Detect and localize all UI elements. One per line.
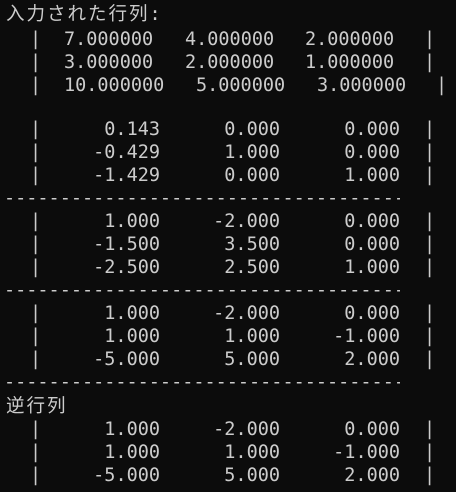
- matrix-cell: 3.000000: [64, 52, 154, 73]
- matrix-right-bar: |: [424, 442, 436, 463]
- matrix-cell: 1.000: [104, 303, 160, 324]
- matrix-right-bar: |: [424, 326, 436, 347]
- matrix-cell: 1.000: [224, 326, 280, 347]
- matrix-cell: 1.000: [104, 442, 160, 463]
- matrix-right-bar: |: [424, 211, 436, 232]
- matrix-cell: 0.000: [344, 234, 400, 255]
- matrix-cell: 1.000: [224, 442, 280, 463]
- matrix-cell: 1.000: [344, 257, 400, 278]
- matrix-cell: 5.000: [224, 465, 280, 486]
- matrix-cell: 2.000000: [185, 52, 275, 73]
- matrix-cell: 5.000000: [196, 75, 286, 96]
- matrix-right-bar: |: [424, 165, 436, 186]
- input-matrix-title: 入力された行列:: [6, 4, 163, 25]
- separator-line: ----------------------------------------…: [4, 372, 400, 393]
- matrix-right-bar: |: [424, 419, 436, 440]
- matrix-left-bar: |: [30, 234, 42, 255]
- matrix-right-bar: |: [436, 75, 448, 96]
- matrix-cell: 0.000: [344, 211, 400, 232]
- matrix-cell: -5.000: [93, 465, 160, 486]
- matrix-cell: 3.500: [224, 234, 280, 255]
- matrix-cell: 7.000000: [64, 29, 154, 50]
- matrix-cell: -0.429: [93, 142, 160, 163]
- inverse-matrix-title: 逆行列: [6, 396, 68, 417]
- matrix-right-bar: |: [424, 142, 436, 163]
- matrix-cell: 1.000000: [305, 52, 395, 73]
- matrix-right-bar: |: [424, 465, 436, 486]
- matrix-cell: -2.000: [213, 211, 280, 232]
- separator-line: ----------------------------------------…: [4, 188, 400, 209]
- terminal-window: 入力された行列: | 7.000000 4.000000 2.000000 | …: [0, 0, 456, 492]
- matrix-cell: 2.000: [344, 465, 400, 486]
- matrix-cell: 0.000: [344, 419, 400, 440]
- matrix-left-bar: |: [30, 211, 42, 232]
- matrix-cell: -1.429: [93, 165, 160, 186]
- matrix-right-bar: |: [424, 257, 436, 278]
- matrix-cell: 0.143: [104, 119, 160, 140]
- matrix-cell: -1.500: [93, 234, 160, 255]
- matrix-left-bar: |: [30, 52, 42, 73]
- matrix-cell: -2.000: [213, 419, 280, 440]
- separator-line: ----------------------------------------…: [4, 280, 400, 301]
- matrix-right-bar: |: [424, 303, 436, 324]
- matrix-cell: 3.000000: [317, 75, 407, 96]
- matrix-cell: 0.000: [224, 119, 280, 140]
- matrix-left-bar: |: [30, 119, 42, 140]
- matrix-left-bar: |: [30, 142, 42, 163]
- matrix-cell: 0.000: [344, 119, 400, 140]
- matrix-cell: -1.000: [333, 442, 400, 463]
- matrix-cell: 0.000: [344, 303, 400, 324]
- matrix-left-bar: |: [30, 303, 42, 324]
- matrix-cell: 0.000: [344, 142, 400, 163]
- matrix-left-bar: |: [30, 442, 42, 463]
- matrix-cell: 1.000: [344, 165, 400, 186]
- matrix-cell: 5.000: [224, 349, 280, 370]
- matrix-cell: 2.500: [224, 257, 280, 278]
- matrix-left-bar: |: [30, 75, 42, 96]
- matrix-left-bar: |: [30, 465, 42, 486]
- matrix-cell: 1.000: [224, 142, 280, 163]
- matrix-right-bar: |: [424, 234, 436, 255]
- matrix-left-bar: |: [30, 165, 42, 186]
- matrix-left-bar: |: [30, 29, 42, 50]
- matrix-left-bar: |: [30, 349, 42, 370]
- matrix-cell: 1.000: [104, 326, 160, 347]
- matrix-left-bar: |: [30, 419, 42, 440]
- matrix-cell: -2.000: [213, 303, 280, 324]
- matrix-left-bar: |: [30, 257, 42, 278]
- matrix-left-bar: |: [30, 326, 42, 347]
- matrix-cell: 0.000: [224, 165, 280, 186]
- matrix-cell: 4.000000: [185, 29, 275, 50]
- matrix-cell: -2.500: [93, 257, 160, 278]
- matrix-cell: -5.000: [93, 349, 160, 370]
- matrix-cell: 2.000000: [305, 29, 395, 50]
- matrix-cell: 1.000: [104, 211, 160, 232]
- matrix-right-bar: |: [424, 119, 436, 140]
- matrix-cell: -1.000: [333, 326, 400, 347]
- matrix-right-bar: |: [424, 52, 436, 73]
- matrix-right-bar: |: [424, 29, 436, 50]
- matrix-cell: 2.000: [344, 349, 400, 370]
- matrix-cell: 1.000: [104, 419, 160, 440]
- matrix-right-bar: |: [424, 349, 436, 370]
- matrix-cell: 10.000000: [64, 75, 165, 96]
